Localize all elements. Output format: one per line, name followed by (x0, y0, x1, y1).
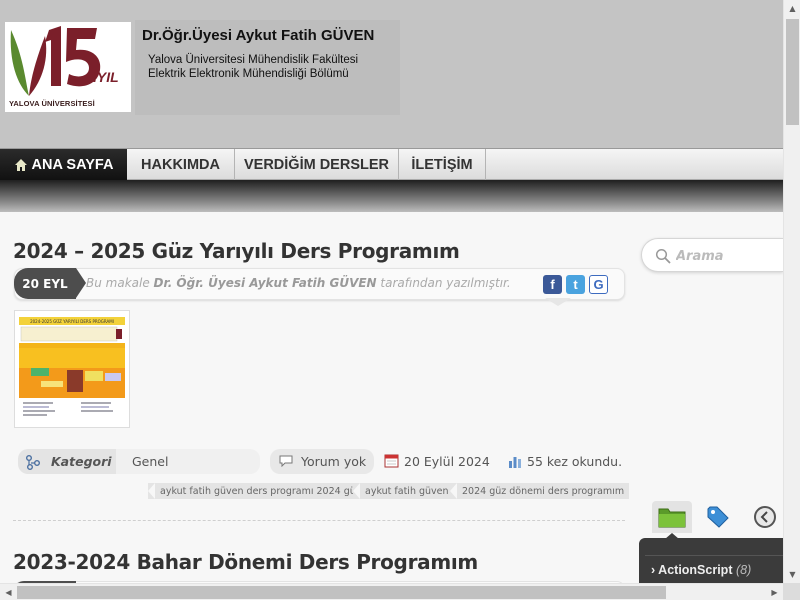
main-nav: ANA SAYFA HAKKIMDA VERDİĞİM DERSLER İLET… (0, 148, 783, 186)
category-item-count: (8) (735, 563, 752, 577)
tag-link[interactable]: aykut fatih güven (353, 483, 454, 499)
clock-icon (754, 506, 776, 528)
logo-caption: YALOVA ÜNİVERSİTESİ (9, 99, 95, 108)
meta-notch (545, 298, 571, 306)
tag-icon (707, 506, 729, 528)
search-input[interactable] (676, 246, 781, 266)
vertical-scrollbar[interactable]: ▲ ▼ (783, 0, 800, 583)
comment-icon (279, 455, 293, 467)
view-count: 55 kez okundu. (527, 454, 623, 469)
post-date: 20 Eylül 2024 (404, 454, 490, 469)
tab-tags[interactable] (698, 501, 738, 533)
scroll-up-icon[interactable]: ▲ (784, 0, 800, 17)
university-logo[interactable]: .YIL YALOVA ÜNİVERSİTESİ (5, 22, 131, 112)
nav-item-contact[interactable]: İLETİŞİM (399, 149, 486, 180)
nav-item-label: ANA SAYFA (31, 156, 114, 173)
category-box: Kategori (18, 449, 116, 474)
author-line: Bu makale Dr. Öğr. Üyesi Aykut Fatih GÜV… (86, 276, 511, 290)
thumbnail-title: 2024-2025 GÜZ YARIYILI DERS PROGRAMI (30, 319, 114, 324)
comments-link[interactable]: Yorum yok (301, 454, 366, 469)
facebook-icon[interactable]: f (543, 275, 562, 294)
calendar-icon (384, 454, 399, 468)
twitter-icon[interactable]: t (566, 275, 585, 294)
date-badge: 20 EYL (14, 268, 76, 299)
search-icon (655, 248, 671, 264)
folder-icon (658, 508, 686, 528)
tag-link[interactable]: 2024 güz dönemi ders programım (450, 483, 630, 499)
category-item-label: ActionScript (658, 563, 733, 577)
author-name: Dr. Öğr. Üyesi Aykut Fatih GÜVEN (153, 276, 377, 290)
scroll-right-icon[interactable]: ▶ (766, 584, 783, 600)
tag-link[interactable]: aykut fatih güven ders programı 2024 güz (148, 483, 366, 499)
nav-item-home[interactable]: ANA SAYFA (0, 149, 127, 186)
category-link[interactable]: Genel (132, 454, 168, 469)
scroll-down-icon[interactable]: ▼ (784, 566, 800, 583)
horizontal-scrollbar[interactable]: ◀ ▶ (0, 583, 783, 600)
author-prefix: Bu makale (86, 276, 154, 290)
tab-recent[interactable] (745, 501, 783, 533)
home-icon (14, 158, 27, 171)
post-divider (13, 520, 625, 521)
category-icon (26, 454, 40, 470)
site-name[interactable]: Dr.Öğr.Üyesi Aykut Fatih GÜVEN (142, 27, 374, 44)
post-thumbnail[interactable]: 2024-2025 GÜZ YARIYILI DERS PROGRAMI (14, 310, 130, 428)
site-header: .YIL YALOVA ÜNİVERSİTESİ Dr.Öğr.Üyesi Ay… (0, 0, 783, 148)
author-suffix: tarafından yazılmıştır. (376, 276, 511, 290)
site-info: Dr.Öğr.Üyesi Aykut Fatih GÜVEN Yalova Ün… (135, 20, 400, 115)
horizontal-scroll-thumb[interactable] (17, 586, 666, 599)
vertical-scroll-thumb[interactable] (786, 19, 799, 125)
category-label: Kategori (51, 454, 112, 469)
panel-notch (665, 533, 679, 539)
google-icon[interactable]: G (589, 275, 608, 294)
panel-divider (645, 555, 783, 556)
nav-shadow (0, 180, 783, 212)
site-description-line2: Elektrik Elektronik Mühendisliği Bölümü (148, 68, 349, 80)
bar-chart-icon (509, 457, 521, 468)
content-area: 2024 – 2025 Güz Yarıyılı Ders Programım … (0, 212, 783, 584)
scroll-corner (783, 583, 800, 600)
scroll-left-icon[interactable]: ◀ (0, 584, 17, 600)
post-title[interactable]: 2023-2024 Bahar Dönemi Ders Programım (13, 550, 478, 574)
date-badge-arrow (76, 268, 86, 298)
site-description-line1: Yalova Üniversitesi Mühendislik Fakültes… (148, 54, 359, 66)
nav-item-about[interactable]: HAKKIMDA (127, 149, 235, 180)
sidebar-category-item[interactable]: › ActionScript (8) (651, 563, 751, 577)
sidebar-panel (639, 538, 783, 584)
post-title[interactable]: 2024 – 2025 Güz Yarıyılı Ders Programım (13, 239, 460, 263)
svg-text:.YIL: .YIL (93, 69, 119, 85)
tab-categories[interactable] (652, 501, 692, 533)
nav-item-courses[interactable]: VERDİĞİM DERSLER (235, 149, 399, 180)
